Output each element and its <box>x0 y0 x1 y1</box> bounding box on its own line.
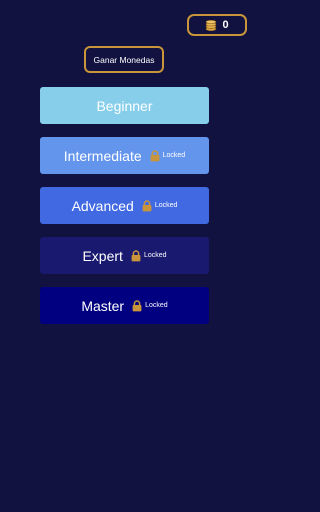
level-button-master[interactable]: Master Locked <box>40 287 209 324</box>
lock-status: Locked <box>132 299 168 312</box>
lock-label: Locked <box>162 152 186 159</box>
level-button-intermediate[interactable]: Intermediate Locked <box>40 137 209 174</box>
level-name: Beginner <box>96 97 153 114</box>
lock-icon <box>150 149 160 162</box>
coin-balance-badge[interactable]: 0 <box>187 14 247 36</box>
coin-stack-icon <box>205 19 217 31</box>
lock-label: Locked <box>154 202 178 209</box>
lock-icon <box>131 249 141 262</box>
lock-label: Locked <box>143 252 167 259</box>
earn-coins-button[interactable]: Ganar Monedas <box>84 46 164 73</box>
level-name: Intermediate <box>63 147 142 164</box>
level-button-expert[interactable]: Expert Locked <box>40 237 209 274</box>
lock-status: Locked <box>142 199 178 212</box>
level-name: Expert <box>82 247 123 264</box>
lock-label: Locked <box>145 302 168 309</box>
level-name: Master <box>81 297 125 314</box>
lock-status: Locked <box>150 149 186 162</box>
coin-count: 0 <box>222 19 229 31</box>
level-button-beginner[interactable]: Beginner <box>40 87 209 124</box>
lock-status: Locked <box>131 249 167 262</box>
lock-icon <box>142 199 152 212</box>
level-button-advanced[interactable]: Advanced Locked <box>40 187 209 224</box>
lock-icon <box>132 299 142 312</box>
level-name: Advanced <box>71 197 134 214</box>
